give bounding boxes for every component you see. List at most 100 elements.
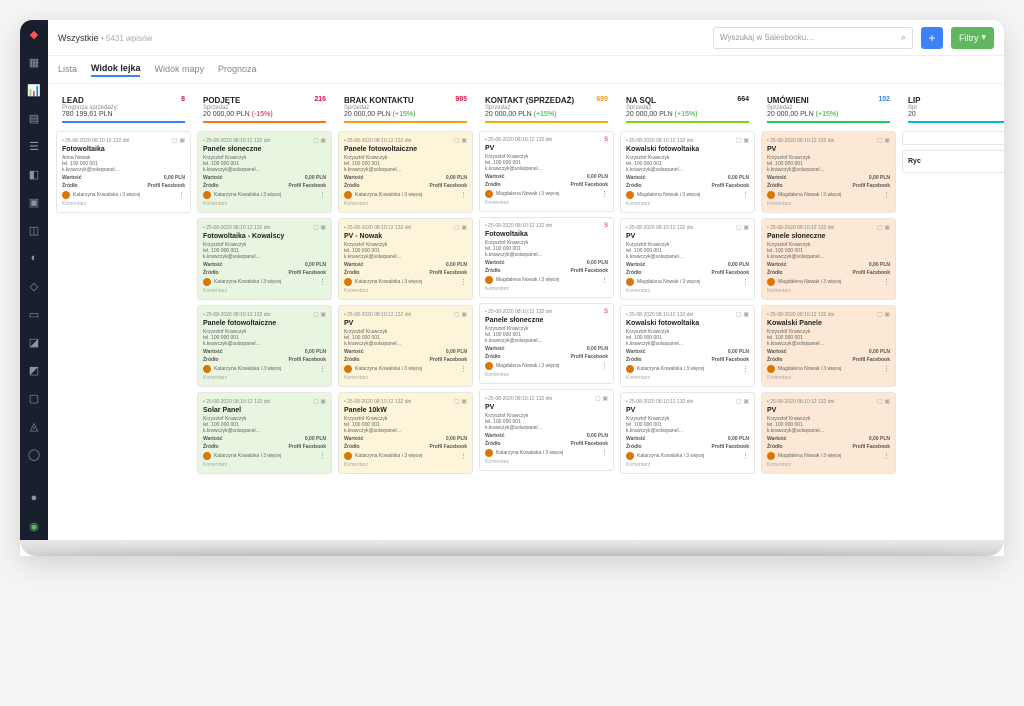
column-header: NA SQL664Sprzedaż20 000,00 PLN (+15%) [620, 92, 755, 127]
card-email: k.krawczyk@solarpanel… [767, 254, 890, 260]
laptop-bottom [20, 540, 1004, 556]
tab-prognoza[interactable]: Prognoza [218, 64, 257, 76]
nav-icon-7[interactable]: ◫ [26, 222, 42, 238]
card-value-label: Wartość [485, 433, 505, 439]
more-icon[interactable]: ⋮ [460, 452, 467, 460]
kanban-card[interactable]: • 25-08-2020 08:10:12 132 dniSFotowoltai… [479, 217, 614, 298]
nav-icon-1[interactable]: ▦ [26, 54, 42, 70]
user-avatar-icon[interactable]: ● [26, 490, 42, 506]
status-icon[interactable]: ◉ [26, 518, 42, 534]
kanban-card[interactable]: • 25-08-2020 08:10:12 132 dni▢ ▣PVKrzysz… [620, 392, 755, 474]
kanban-card[interactable]: • 25-08-2020 08:10:12 132 dni▢ ▣Kowalski… [620, 305, 755, 387]
kanban-card[interactable]: • 25-08-2020 08:10:12 132 dni▢ ▣Kowalski… [761, 305, 896, 387]
more-icon[interactable]: ⋮ [742, 452, 749, 460]
more-icon[interactable]: ⋮ [883, 191, 890, 199]
more-icon[interactable]: ⋮ [742, 278, 749, 286]
more-icon[interactable]: ⋮ [319, 278, 326, 286]
nav-icon-14[interactable]: ◬ [26, 418, 42, 434]
card-icons: ▢ ▣ [313, 311, 326, 318]
card-value: 0,00 PLN [587, 433, 608, 439]
tab-widok-lejka[interactable]: Widok lejka [91, 63, 140, 77]
column-title: LIP [908, 96, 920, 105]
kanban-card[interactable]: • 25-08-2020 08:10:12 132 dniSPVKrzyszto… [479, 131, 614, 212]
search-input[interactable]: Wyszukaj w Salesbooku… ⌕ [713, 27, 913, 49]
card-comment: Komentarz [203, 201, 326, 207]
avatar [203, 278, 211, 286]
tab-widok-mapy[interactable]: Widok mapy [154, 64, 204, 76]
card-comment: Komentarz [485, 200, 608, 206]
card-icons: ▢ ▣ [454, 398, 467, 405]
nav-icon-2[interactable]: 📊 [26, 82, 42, 98]
kanban-card[interactable]: • 25-08-2020 08:10:12 132 dni▢ ▣Panele f… [197, 305, 332, 387]
card-date: • 25-08-2020 08:10:12 132 dni [344, 312, 411, 318]
add-button[interactable]: + [921, 27, 943, 49]
more-icon[interactable]: ⋮ [883, 365, 890, 373]
card-comment: Komentarz [767, 201, 890, 207]
nav-icon-8[interactable]: ◐ [26, 250, 42, 266]
kanban-card[interactable]: • 25-08-2020 08:10:12 132 dni▢ ▣PV - Now… [338, 218, 473, 300]
more-icon[interactable]: ⋮ [742, 365, 749, 373]
card-email: k.krawczyk@solarpanel… [485, 425, 608, 431]
kanban-card[interactable]: • 25-08-2020 08:10:12 132 dni▢ ▣Panele s… [761, 218, 896, 300]
more-icon[interactable]: ⋮ [319, 452, 326, 460]
more-icon[interactable]: ⋮ [883, 452, 890, 460]
chevron-down-icon: ▾ [981, 32, 986, 43]
nav-icon-6[interactable]: ▣ [26, 194, 42, 210]
card-assignees: Magdalena Nowak i 3 więcej [778, 366, 880, 372]
nav-icon-4[interactable]: ☰ [26, 138, 42, 154]
filter-button[interactable]: Filtry ▾ [951, 27, 994, 49]
card-value: 0,00 PLN [869, 175, 890, 181]
nav-icon-9[interactable]: ◇ [26, 278, 42, 294]
kanban-card[interactable]: Ryc [902, 150, 1004, 173]
card-value-label: Wartość [344, 349, 364, 355]
more-icon[interactable]: ⋮ [601, 276, 608, 284]
more-icon[interactable]: ⋮ [601, 449, 608, 457]
column-value: 20 [908, 111, 1004, 118]
kanban-card[interactable]: • 25-08-2020 08:10:12 132 dni▢ ▣Fotowolt… [197, 218, 332, 300]
more-icon[interactable]: ⋮ [460, 365, 467, 373]
column-bar [203, 121, 326, 123]
kanban-card[interactable]: • 25-08-2020 08:10:12 132 dni▢ ▣Solar Pa… [197, 392, 332, 474]
filter-label: Filtry [959, 33, 979, 43]
more-icon[interactable]: ⋮ [460, 191, 467, 199]
card-source: Profil Facebook [711, 183, 749, 189]
kanban-card[interactable]: • 25-08-2020 08:10:12 132 dni▢ ▣Kowalski… [620, 131, 755, 213]
nav-icon-13[interactable]: ▢ [26, 390, 42, 406]
more-icon[interactable]: ⋮ [883, 278, 890, 286]
avatar [344, 452, 352, 460]
kanban-card[interactable] [902, 131, 1004, 145]
card-source-label: Źródło [626, 270, 642, 276]
nav-icon-10[interactable]: ▭ [26, 306, 42, 322]
card-assignees: Katarzyna Kowalska i 3 więcej [637, 366, 739, 372]
card-value: 0,00 PLN [305, 262, 326, 268]
kanban-card[interactable]: • 25-08-2020 08:10:12 132 dni▢ ▣PVKrzysz… [479, 389, 614, 471]
nav-icon-5[interactable]: ◧ [26, 166, 42, 182]
more-icon[interactable]: ⋮ [319, 191, 326, 199]
more-icon[interactable]: ⋮ [319, 365, 326, 373]
card-source-label: Źródło [203, 357, 219, 363]
more-icon[interactable]: ⋮ [742, 191, 749, 199]
kanban-card[interactable]: • 25-08-2020 08:10:12 132 dniSPanele sło… [479, 303, 614, 384]
kanban-card[interactable]: • 25-08-2020 08:10:12 132 dni▢ ▣Panele s… [197, 131, 332, 213]
more-icon[interactable]: ⋮ [178, 191, 185, 199]
kanban-card[interactable]: • 25-08-2020 08:10:12 132 dni▢ ▣Panele f… [338, 131, 473, 213]
card-date: • 25-08-2020 08:10:12 132 dni [203, 312, 270, 318]
nav-icon-3[interactable]: ▤ [26, 110, 42, 126]
kanban-card[interactable]: • 25-08-2020 08:10:12 132 dni▢ ▣PVKrzysz… [620, 218, 755, 300]
card-assignees: Katarzyna Kowalska i 3 więcej [637, 453, 739, 459]
more-icon[interactable]: ⋮ [460, 278, 467, 286]
kanban-card[interactable]: • 25-08-2020 08:10:12 132 dni▢ ▣Panele 1… [338, 392, 473, 474]
column-title: KONTAKT (SPRZEDAŻ) [485, 96, 574, 105]
kanban-card[interactable]: • 25-08-2020 08:10:12 132 dni▢ ▣PVKrzysz… [761, 392, 896, 474]
more-icon[interactable]: ⋮ [601, 362, 608, 370]
kanban-card[interactable]: • 25-08-2020 08:10:12 132 dni▢ ▣PVKrzysz… [761, 131, 896, 213]
logo-icon[interactable]: ◆ [26, 26, 42, 42]
nav-icon-15[interactable]: ◯ [26, 446, 42, 462]
card-date: • 25-08-2020 08:10:12 132 dni [767, 312, 834, 318]
tab-lista[interactable]: Lista [58, 64, 77, 76]
nav-icon-12[interactable]: ◩ [26, 362, 42, 378]
kanban-card[interactable]: • 25-08-2020 08:10:12 132 dni▢ ▣Fotowolt… [56, 131, 191, 213]
nav-icon-11[interactable]: ◪ [26, 334, 42, 350]
more-icon[interactable]: ⋮ [601, 190, 608, 198]
kanban-card[interactable]: • 25-08-2020 08:10:12 132 dni▢ ▣PVKrzysz… [338, 305, 473, 387]
